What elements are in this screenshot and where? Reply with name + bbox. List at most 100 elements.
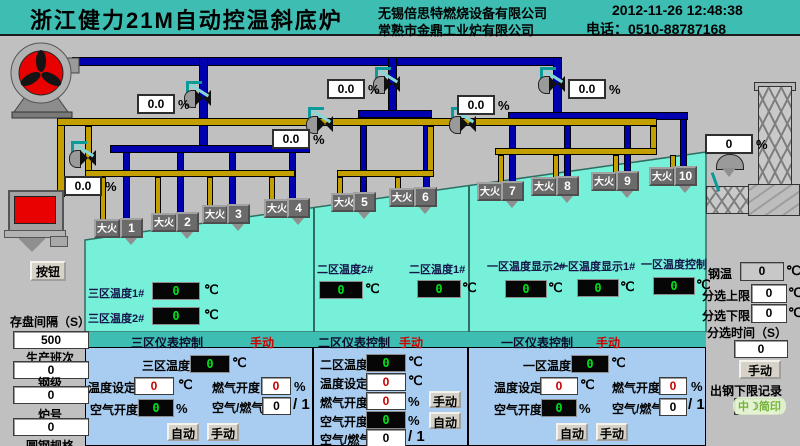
zone2-temp-label: 二区温度 (320, 356, 368, 373)
gas-branch-8 (553, 155, 559, 178)
exhaust-duct (706, 186, 750, 214)
zone2-manual-button[interactable]: 手动 (429, 391, 461, 408)
burner-2: 2 (176, 212, 199, 232)
ratio-suffix: / 1 (688, 396, 705, 413)
burner-flame-10: 大火 (649, 167, 675, 186)
burner-6: 6 (414, 187, 437, 207)
air-opening-zone1: 0.0 (568, 79, 606, 99)
zone1-temp-ctrl-label: 一区温度控制 (641, 256, 707, 272)
celsius-unit: ℃ (232, 355, 247, 371)
zone1-setpoint-label: 温度设定 (494, 379, 542, 396)
gas-valve-zone3[interactable] (69, 146, 99, 170)
celsius-unit: ℃ (204, 307, 219, 323)
sort-time-label: 分选时间（S） (707, 324, 787, 341)
sort-time-field[interactable]: 0 (734, 340, 788, 358)
zone1-air-label: 空气开度 (494, 401, 542, 418)
zone1-auto-button[interactable]: 自动 (556, 423, 588, 441)
gas-branch-5 (337, 177, 343, 194)
burner-nozzle (232, 224, 244, 231)
burner-nozzle (419, 207, 431, 214)
steel-grade-field[interactable]: 0 (13, 386, 89, 404)
furnace-no-field[interactable]: 0 (13, 418, 89, 436)
celsius-unit: ℃ (611, 355, 626, 371)
zone1-manual-button[interactable]: 手动 (596, 423, 628, 441)
zone3-ratio-field[interactable]: 0 (262, 397, 291, 415)
percent-unit: % (609, 82, 621, 97)
zone1-temp2-label: 一区温度显示2# (487, 258, 565, 274)
zone3-air-label: 空气开度 (90, 401, 138, 418)
air-valve-readout-zone1: 0.0 % (568, 79, 621, 99)
percent-unit: % (294, 379, 306, 394)
zone3-temp-display: 0 (190, 355, 230, 373)
gas-drop-zone2 (427, 126, 434, 172)
burner-4: 4 (287, 198, 310, 218)
air-opening-zone2: 0.0 (327, 79, 365, 99)
zone1-mode-badge: 手动 (596, 334, 620, 351)
gas-manifold-zone1 (495, 148, 657, 155)
sort-low-field[interactable]: 0 (751, 304, 787, 323)
air-main-pipe (72, 57, 562, 66)
percent-unit: % (408, 394, 420, 409)
percent-unit: % (579, 401, 591, 416)
gas-valve-readout-zone3: 0.0 % (64, 176, 117, 196)
gas-drop-zone1 (650, 126, 657, 150)
zone2-temp1-display: 0 (417, 280, 461, 298)
zone2-auto-button[interactable]: 自动 (429, 412, 461, 429)
gas-branch-2 (155, 177, 161, 214)
gas-opening-zone3: 0.0 (64, 176, 102, 196)
celsius-unit: ℃ (178, 377, 193, 393)
zone3-setpoint-field[interactable]: 0 (134, 377, 174, 395)
steel-temp-label: 钢温 (708, 265, 732, 282)
zone1-gas-field[interactable]: 0 (659, 377, 687, 395)
celsius-unit: ℃ (548, 280, 563, 296)
burner-flame-9: 大火 (591, 172, 617, 191)
air-valve-zone1[interactable] (538, 72, 568, 96)
percent-unit: % (176, 401, 188, 416)
burner-nozzle (506, 201, 518, 208)
air-branch-3 (229, 152, 236, 205)
burner-nozzle (292, 218, 304, 225)
zone3-setpoint-label: 温度设定 (88, 379, 136, 396)
zone3-manual-button[interactable]: 手动 (207, 423, 239, 441)
gas-main-pipe (57, 118, 657, 126)
sort-high-field[interactable]: 0 (751, 284, 787, 303)
zone2-gas-field[interactable]: 0 (366, 392, 406, 410)
burner-nozzle (181, 232, 193, 239)
percent-unit: % (691, 379, 703, 394)
burner-flame-1: 大火 (94, 219, 120, 238)
zone2-ratio-field[interactable]: 0 (366, 429, 406, 446)
round-steel-spec-label: 圆钢规格 (26, 437, 74, 446)
zone2-temp-display: 0 (366, 354, 406, 372)
zone2-mode-badge: 手动 (399, 334, 423, 351)
air-valve-readout-zone2: 0.0 % (327, 79, 380, 99)
zone3-gas-field[interactable]: 0 (261, 377, 291, 395)
steel-temp-display: 0 (740, 262, 784, 281)
percent-unit: % (498, 98, 510, 113)
zone1-setpoint-field[interactable]: 0 (540, 377, 578, 395)
exhaust-elbow (748, 184, 800, 216)
celsius-unit: ℃ (580, 377, 595, 393)
ratio-suffix: / 1 (408, 428, 425, 445)
air-branch-9 (624, 119, 631, 172)
celsius-unit: ℃ (620, 279, 635, 295)
celsius-unit: ℃ (408, 373, 423, 389)
zone2-setpoint-field[interactable]: 0 (366, 373, 406, 391)
save-interval-label: 存盘间隔（S） (10, 313, 90, 330)
celsius-unit: ℃ (788, 305, 800, 321)
sort-manual-button[interactable]: 手动 (739, 360, 781, 379)
zone3-mode-badge: 手动 (250, 334, 274, 351)
burner-nozzle (358, 212, 370, 219)
gas-opening-zone2: 0.0 (272, 129, 310, 149)
air-branch-1 (123, 152, 130, 219)
sort-high-label: 分选上限 (702, 287, 750, 304)
gas-valve-zone1[interactable] (449, 112, 479, 136)
burner-flame-6: 大火 (389, 188, 415, 207)
celsius-unit: ℃ (365, 281, 380, 297)
zone1-temp-display: 0 (571, 355, 609, 373)
zone2-temp1-label: 二区温度1# (409, 261, 465, 277)
zone2-ratio-label: 空气/燃气 (320, 431, 371, 446)
misc-button[interactable]: 按钮 (30, 261, 66, 281)
zone3-auto-button[interactable]: 自动 (167, 423, 199, 441)
save-interval-field[interactable]: 500 (13, 331, 89, 349)
zone1-ratio-field[interactable]: 0 (659, 398, 687, 416)
